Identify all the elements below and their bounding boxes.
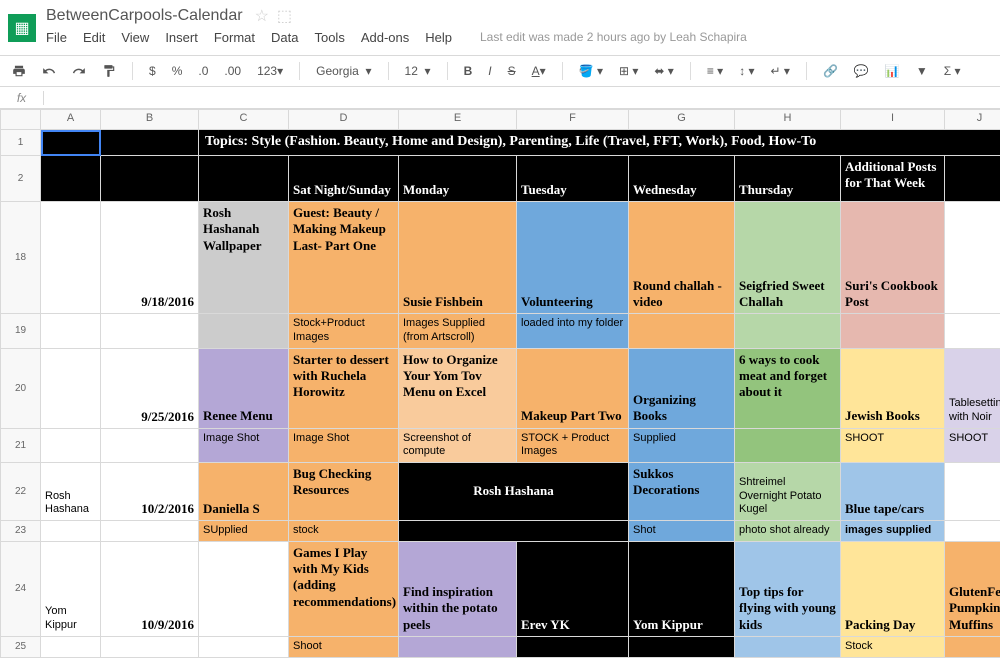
valign-button[interactable]: ↕ ▾ <box>735 62 758 80</box>
currency-button[interactable]: $ <box>145 62 160 80</box>
comment-icon[interactable]: 💬 <box>850 62 873 80</box>
dec-decrease[interactable]: .0 <box>194 62 212 80</box>
row-19[interactable]: 19 <box>1 314 41 349</box>
row-1[interactable]: 1 <box>1 130 41 156</box>
menu-insert[interactable]: Insert <box>165 30 198 45</box>
row-20[interactable]: 20 <box>1 348 41 428</box>
row-2[interactable]: 2 <box>1 156 41 202</box>
fx-label: fx <box>0 91 44 105</box>
print-icon[interactable] <box>8 62 30 80</box>
col-D[interactable]: D <box>289 110 399 130</box>
col-G[interactable]: G <box>629 110 735 130</box>
row-18[interactable]: 18 <box>1 202 41 314</box>
row-23[interactable]: 23 <box>1 521 41 542</box>
menu-help[interactable]: Help <box>425 30 452 45</box>
menu-format[interactable]: Format <box>214 30 255 45</box>
font-select[interactable]: Georgia ▾ <box>312 62 375 80</box>
menu-tools[interactable]: Tools <box>314 30 344 45</box>
col-H[interactable]: H <box>735 110 841 130</box>
bold-button[interactable]: B <box>460 62 477 80</box>
toolbar: $ % .0 .00 123 ▾ Georgia ▾ 12 ▾ B I S A … <box>0 56 1000 87</box>
dec-increase[interactable]: .00 <box>220 62 245 80</box>
cell-A1[interactable] <box>41 130 101 156</box>
select-all[interactable] <box>1 110 41 130</box>
italic-button[interactable]: I <box>484 62 495 80</box>
menu-edit[interactable]: Edit <box>83 30 105 45</box>
size-select[interactable]: 12 ▾ <box>401 62 435 80</box>
textcolor-button[interactable]: A ▾ <box>528 62 550 80</box>
col-A[interactable]: A <box>41 110 101 130</box>
col-E[interactable]: E <box>399 110 517 130</box>
undo-icon[interactable] <box>38 62 60 80</box>
link-icon[interactable]: 🔗 <box>819 62 842 80</box>
halign-button[interactable]: ≡ ▾ <box>703 62 727 80</box>
merge-button[interactable]: ⬌ ▾ <box>650 62 677 80</box>
formula-input[interactable] <box>44 89 1000 107</box>
folder-icon[interactable]: ⬚ <box>277 6 292 26</box>
menu-file[interactable]: File <box>46 30 67 45</box>
chart-icon[interactable]: 📊 <box>881 62 904 80</box>
fillcolor-button[interactable]: 🪣 ▾ <box>575 62 607 80</box>
wrap-button[interactable]: ↵ ▾ <box>767 62 794 80</box>
edit-info: Last edit was made 2 hours ago by Leah S… <box>480 30 747 45</box>
menu-view[interactable]: View <box>121 30 149 45</box>
col-C[interactable]: C <box>199 110 289 130</box>
col-I[interactable]: I <box>841 110 945 130</box>
borders-button[interactable]: ⊞ ▾ <box>615 62 642 80</box>
functions-icon[interactable]: Σ ▾ <box>940 62 965 80</box>
col-J[interactable]: J <box>945 110 1000 130</box>
num-format[interactable]: 123 ▾ <box>253 62 287 80</box>
percent-button[interactable]: % <box>168 62 187 80</box>
col-B[interactable]: B <box>101 110 199 130</box>
spreadsheet[interactable]: A B C D E F G H I J 1 Topics: Style (Fas… <box>0 109 1000 658</box>
row-25[interactable]: 25 <box>1 636 41 657</box>
menu-addons[interactable]: Add-ons <box>361 30 409 45</box>
paint-icon[interactable] <box>98 62 120 80</box>
row-22[interactable]: 22 <box>1 463 41 521</box>
sheets-logo: ▦ <box>8 14 36 42</box>
strike-button[interactable]: S <box>504 62 520 80</box>
filter-icon[interactable]: ▼ <box>912 62 932 80</box>
col-F[interactable]: F <box>517 110 629 130</box>
menu-data[interactable]: Data <box>271 30 298 45</box>
doc-title[interactable]: BetweenCarpools-Calendar <box>46 7 243 25</box>
star-icon[interactable]: ☆ <box>255 6 269 26</box>
title-cell[interactable]: Topics: Style (Fashion. Beauty, Home and… <box>199 130 1000 154</box>
row-24[interactable]: 24 <box>1 541 41 636</box>
row-21[interactable]: 21 <box>1 428 41 463</box>
redo-icon[interactable] <box>68 62 90 80</box>
